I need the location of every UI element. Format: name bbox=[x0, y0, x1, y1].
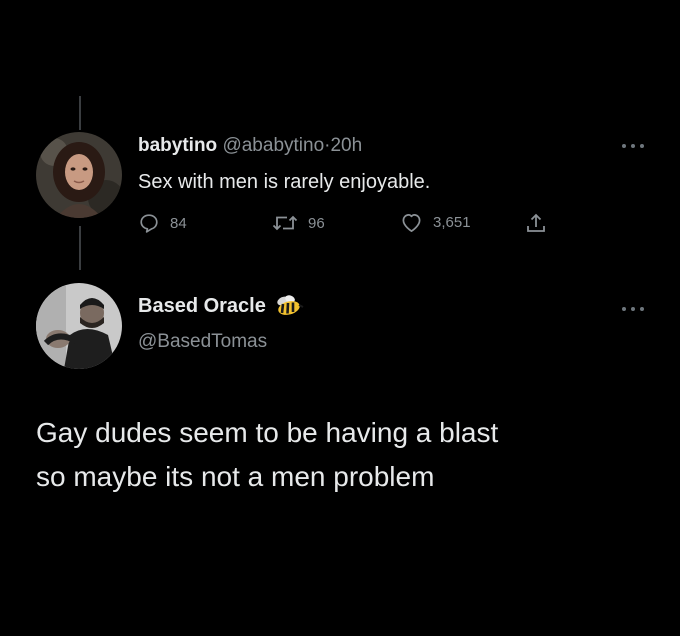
more-icon[interactable] bbox=[622, 141, 644, 151]
like-count: 3,651 bbox=[433, 214, 471, 231]
display-name[interactable]: babytino bbox=[138, 135, 217, 156]
tweet-header-based-oracle: Based Oracle bbox=[138, 294, 304, 318]
more-icon[interactable] bbox=[622, 304, 644, 314]
retweet-count: 96 bbox=[308, 214, 325, 232]
thread-line-top bbox=[79, 96, 81, 130]
avatar-based-oracle[interactable] bbox=[36, 283, 122, 369]
handle[interactable]: @BasedTomas bbox=[138, 331, 267, 353]
reply-action[interactable]: 84 bbox=[138, 212, 187, 234]
tweet-text-line: Gay dudes seem to be having a blast bbox=[36, 417, 499, 448]
tweet-header-babytino: babytino @ababytino·20h bbox=[138, 135, 362, 157]
display-name[interactable]: Based Oracle bbox=[138, 295, 266, 318]
heart-icon bbox=[402, 214, 421, 232]
thread-line-middle bbox=[79, 226, 81, 270]
retweet-icon bbox=[272, 215, 298, 231]
tweet-text: Sex with men is rarely enjoyable. bbox=[138, 171, 431, 193]
handle[interactable]: @ababytino bbox=[222, 135, 324, 156]
retweet-action[interactable]: 96 bbox=[272, 212, 325, 234]
avatar-babytino[interactable] bbox=[36, 132, 122, 218]
share-action[interactable] bbox=[525, 212, 547, 234]
like-action[interactable]: 3,651 bbox=[400, 212, 471, 233]
tweet-text-line: so maybe its not a men problem bbox=[36, 461, 435, 492]
timestamp[interactable]: 20h bbox=[330, 135, 362, 156]
share-icon bbox=[527, 213, 545, 232]
reply-count: 84 bbox=[170, 214, 187, 232]
bee-icon bbox=[277, 295, 304, 315]
tweet-text: Gay dudes seem to be having a blast so m… bbox=[36, 411, 498, 499]
reply-icon bbox=[140, 214, 158, 233]
